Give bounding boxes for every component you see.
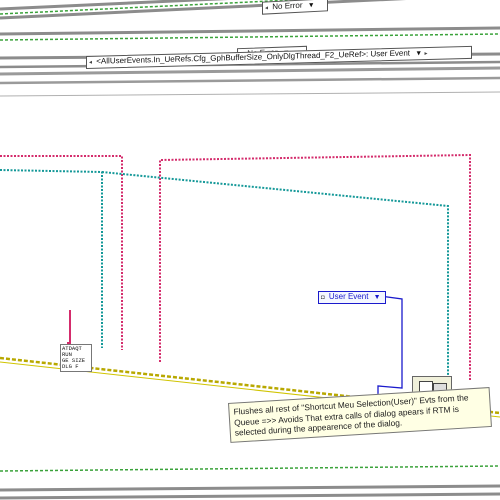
event-structure-frame xyxy=(0,66,500,97)
increment-arrow-icon[interactable]: ▸ xyxy=(424,51,427,57)
user-event-constant[interactable]: ◘ User Event ▼ xyxy=(318,291,386,304)
blue-event-wire xyxy=(377,295,403,405)
decrement-arrow-icon[interactable]: ◂ xyxy=(89,60,92,66)
case-selector-top-value: No Error xyxy=(272,0,303,12)
refnum-icon: ◘ xyxy=(321,295,325,301)
mid-green-wire xyxy=(0,33,500,41)
dropdown-arrow-icon[interactable]: ▼ xyxy=(308,2,315,9)
decrement-arrow-icon[interactable]: ◂ xyxy=(265,5,268,11)
dropdown-arrow-icon[interactable]: ▼ xyxy=(415,50,422,57)
dropdown-arrow-icon[interactable]: ▼ xyxy=(374,294,381,301)
bundle-node-line: DLG F xyxy=(62,363,79,370)
bundle-node[interactable]: ATDAQT RUN GE SIZE DLG F xyxy=(60,344,92,372)
bottom-green-frame xyxy=(0,465,500,500)
user-event-label: User Event xyxy=(328,292,369,301)
